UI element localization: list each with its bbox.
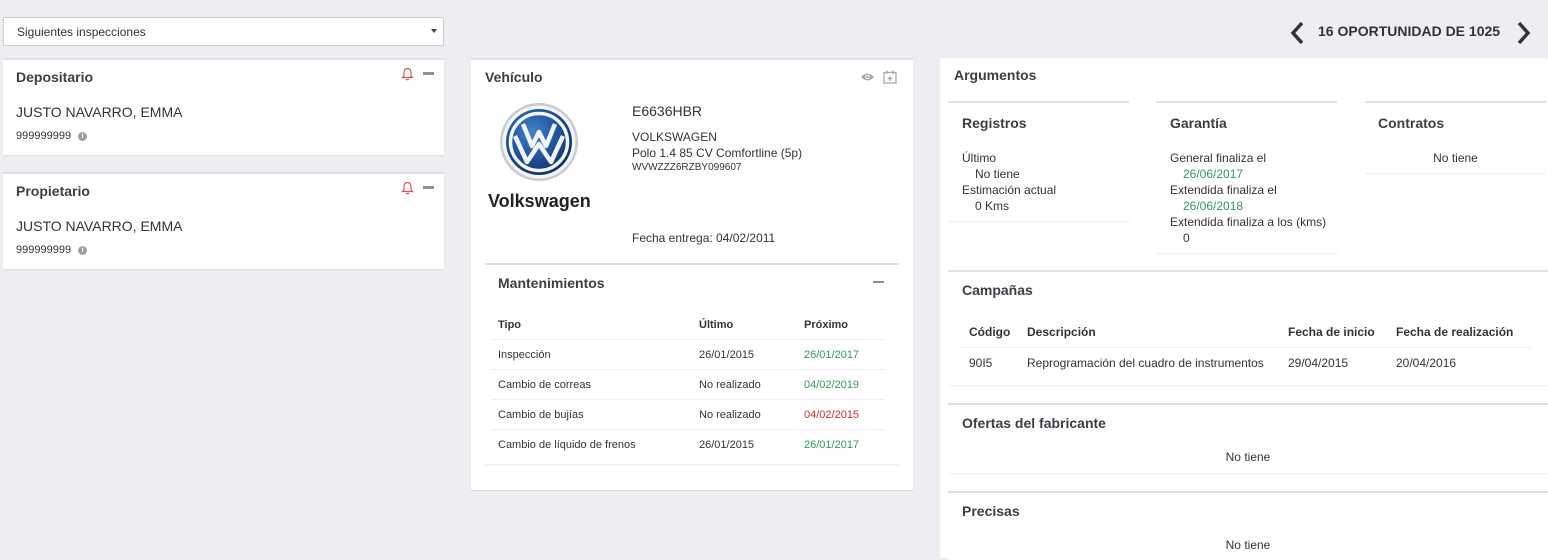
proximo-cell: 04/02/2015 — [797, 399, 885, 430]
registros-ultimo-label: Último — [962, 151, 997, 165]
ofertas-value: No tiene — [1225, 450, 1271, 464]
opportunity-counter: 16 OPORTUNIDAD DE 1025 — [1318, 23, 1501, 39]
table-row: Inspección 26/01/2015 26/01/2017 — [491, 339, 885, 370]
brand-name: Volkswagen — [488, 191, 591, 211]
codigo-cell: 90I5 — [962, 347, 1020, 378]
garantia-kms-value: 0 — [1183, 231, 1190, 245]
ofertas-title: Ofertas del fabricante — [962, 415, 1106, 431]
vehicle-plate: E6636HBR — [632, 103, 703, 119]
propietario-title: Propietario — [16, 183, 90, 199]
collapse-icon[interactable] — [423, 72, 434, 75]
volkswagen-logo — [500, 103, 578, 181]
collapse-icon[interactable] — [423, 186, 434, 189]
realizacion-cell: 20/04/2016 — [1389, 347, 1532, 378]
chevron-right-icon — [1517, 21, 1531, 45]
vehiculo-card: Vehículo Volkswagen E6636HBR VOLKSWAGEN … — [471, 58, 913, 490]
column-header: Último — [699, 319, 734, 331]
info-icon[interactable]: i — [78, 131, 88, 141]
descripcion-cell: Reprogramación del cuadro de instrumento… — [1020, 347, 1281, 378]
depositario-phone: 999999999 — [16, 130, 72, 142]
propietario-phone-row: 999999999 i — [16, 244, 88, 256]
inicio-cell: 29/04/2015 — [1281, 347, 1389, 378]
contratos-title: Contratos — [1378, 115, 1445, 131]
chevron-left-icon — [1290, 21, 1304, 45]
precisas-card: Precisas No tiene — [948, 491, 1548, 560]
tipo-cell: Cambio de bujías — [491, 399, 692, 430]
calendar-add-icon[interactable] — [883, 70, 897, 84]
ultimo-cell: No realizado — [692, 369, 797, 400]
next-button[interactable] — [1514, 20, 1532, 46]
ultimo-cell: No realizado — [692, 399, 797, 430]
tipo-cell: Inspección — [491, 339, 692, 370]
depositario-phone-row: 999999999 i — [16, 130, 88, 142]
campanas-table: Código Descripción Fecha de inicio Fecha… — [962, 317, 1532, 378]
info-icon[interactable]: i — [78, 245, 88, 255]
mantenimientos-table: Tipo Último Próximo Inspección 26/01/201… — [491, 311, 885, 459]
garantia-general-value: 26/06/2017 — [1183, 167, 1244, 181]
contratos-card: Contratos No tiene — [1365, 101, 1546, 173]
bell-icon[interactable] — [401, 181, 414, 195]
propietario-phone: 999999999 — [16, 244, 72, 256]
garantia-card: Garantía General finaliza el 26/06/2017 … — [1156, 101, 1337, 253]
bell-icon[interactable] — [401, 67, 414, 81]
propietario-card: Propietario JUSTO NAVARRO, EMMA 99999999… — [3, 172, 444, 269]
ofertas-card: Ofertas del fabricante No tiene — [948, 403, 1548, 473]
mantenimientos-card: Mantenimientos Tipo Último Próximo Inspe… — [485, 263, 899, 464]
table-row: Cambio de bujías No realizado 04/02/2015 — [491, 399, 885, 430]
depositario-name: JUSTO NAVARRO, EMMA — [16, 104, 183, 120]
ultimo-cell: 26/01/2015 — [692, 339, 797, 370]
proximo-cell: 26/01/2017 — [797, 429, 885, 459]
garantia-general-label: General finaliza el — [1170, 151, 1267, 165]
column-header: Próximo — [804, 319, 849, 331]
proximo-cell: 04/02/2019 — [797, 369, 885, 400]
mantenimientos-title: Mantenimientos — [498, 275, 605, 291]
precisas-title: Precisas — [962, 503, 1020, 519]
column-header: Código — [969, 325, 1011, 339]
registros-card: Registros Último No tiene Estimación act… — [948, 101, 1129, 221]
garantia-extendida-value: 26/06/2018 — [1183, 199, 1244, 213]
filter-select-value: Siguientes inspecciones — [17, 25, 146, 39]
contratos-value: No tiene — [1433, 151, 1478, 165]
garantia-title: Garantía — [1170, 115, 1227, 131]
vehicle-vin: WVWZZZ6RZBY099607 — [632, 162, 742, 173]
vehicle-make: VOLKSWAGEN — [632, 130, 717, 144]
registros-ultimo-value: No tiene — [975, 167, 1020, 181]
tipo-cell: Cambio de líquido de frenos — [491, 429, 692, 459]
propietario-name: JUSTO NAVARRO, EMMA — [16, 218, 183, 234]
table-row: Cambio de correas No realizado 04/02/201… — [491, 369, 885, 400]
garantia-extendida-label: Extendida finaliza el — [1170, 183, 1277, 197]
column-header: Fecha de inicio — [1288, 325, 1375, 339]
collapse-icon[interactable] — [873, 281, 884, 283]
column-header: Descripción — [1027, 325, 1096, 339]
vehicle-model: Polo 1.4 85 CV Comfortline (5p) — [632, 146, 803, 160]
proximo-cell: 26/01/2017 — [797, 339, 885, 370]
column-header: Tipo — [498, 319, 522, 331]
delivery-date: Fecha entrega: 04/02/2011 — [632, 231, 776, 245]
table-row: 90I5 Reprogramación del cuadro de instru… — [962, 347, 1532, 378]
campanas-card: Campañas Código Descripción Fecha de ini… — [948, 270, 1548, 385]
ultimo-cell: 26/01/2015 — [692, 429, 797, 459]
vehiculo-title: Vehículo — [485, 69, 543, 85]
registros-estimacion-value: 0 Kms — [975, 199, 1010, 213]
eye-icon[interactable] — [860, 72, 875, 82]
prev-button[interactable] — [1289, 20, 1307, 46]
depositario-title: Depositario — [16, 69, 94, 85]
filter-select[interactable]: Siguientes inspecciones — [3, 17, 444, 46]
argumentos-title: Argumentos — [954, 67, 1037, 83]
registros-title: Registros — [962, 115, 1027, 131]
tipo-cell: Cambio de correas — [491, 369, 692, 400]
column-header: Fecha de realización — [1396, 325, 1514, 339]
caret-down-icon — [431, 29, 437, 33]
table-row: Cambio de líquido de frenos 26/01/2015 2… — [491, 429, 885, 459]
garantia-kms-label: Extendida finaliza a los (kms) — [1170, 215, 1327, 229]
precisas-value: No tiene — [1225, 538, 1271, 552]
depositario-card: Depositario JUSTO NAVARRO, EMMA 99999999… — [3, 58, 444, 155]
campanas-title: Campañas — [962, 282, 1033, 298]
registros-estimacion-label: Estimación actual — [962, 183, 1057, 197]
